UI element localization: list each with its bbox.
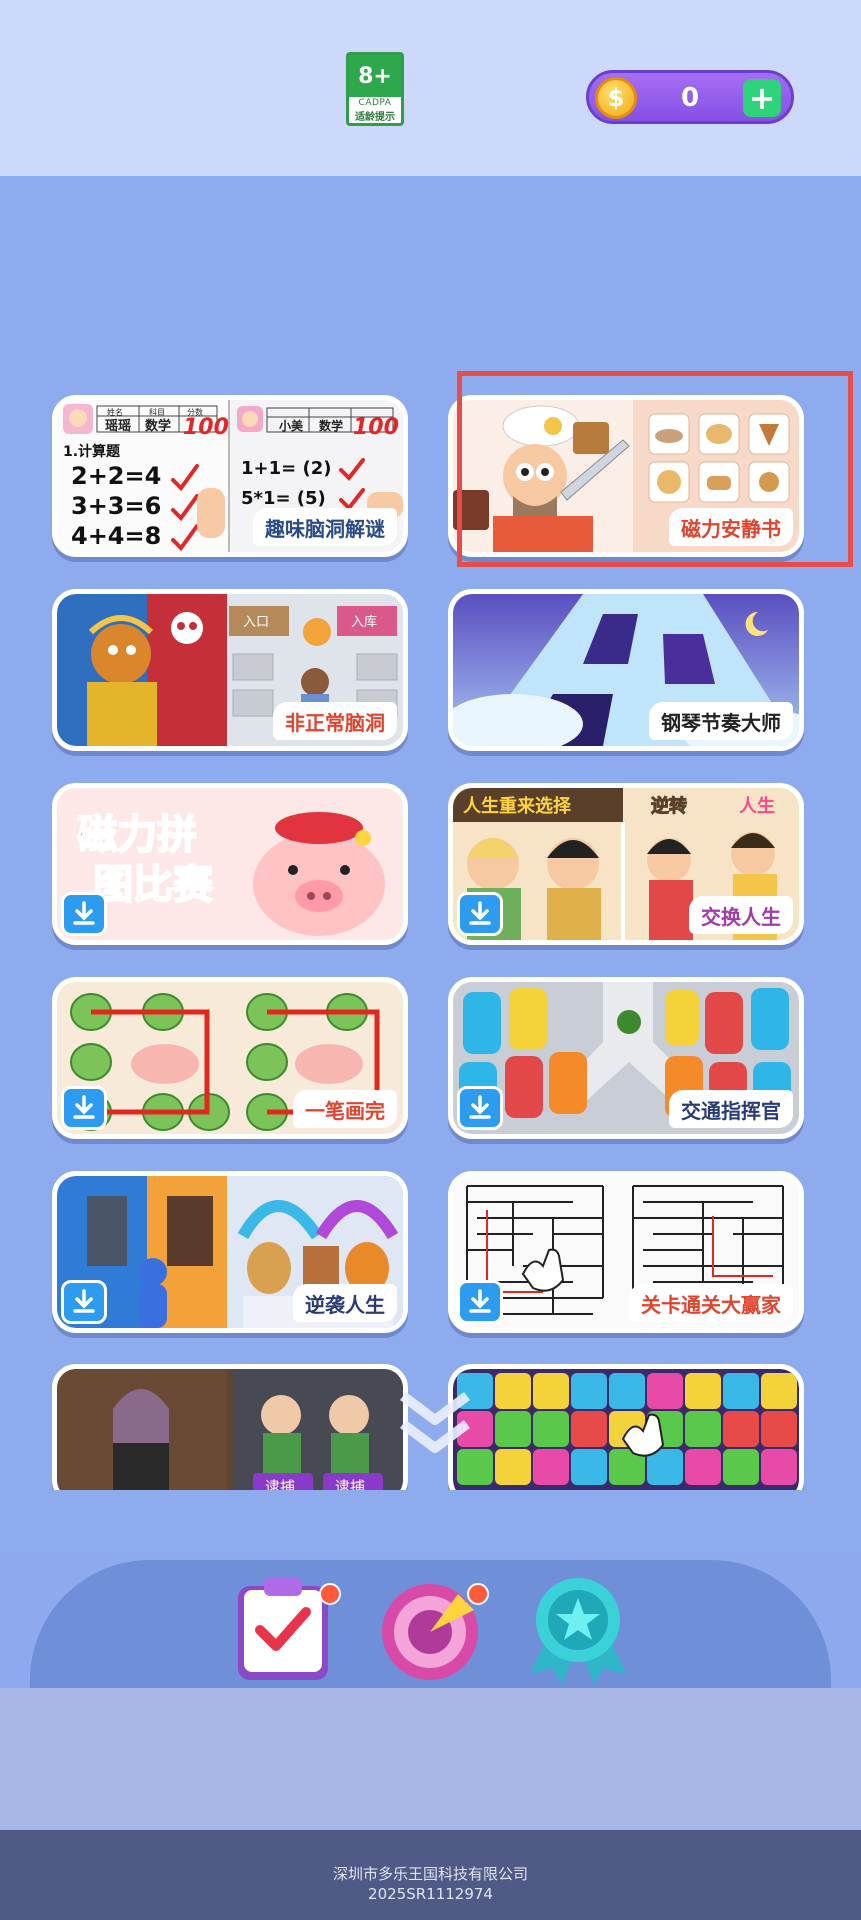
subject-2: 数学 [319, 418, 343, 433]
award-star-icon [530, 1578, 626, 1684]
equation: 4+4=8 [71, 522, 161, 550]
download-icon [469, 1095, 491, 1119]
equation: 3+3=6 [71, 492, 161, 520]
col-name: 姓名 [107, 407, 123, 417]
gate-right: 入库 [351, 614, 377, 630]
download-icon [469, 901, 491, 925]
equation: 1+1= (2) [241, 458, 331, 479]
clipboard-check-icon [238, 1578, 341, 1680]
game-title: 趣味脑洞解谜 [253, 508, 397, 546]
art-caption-left: 人生重来选择 [463, 795, 572, 817]
game-card-partial-left[interactable]: 逮捕 逮捕 [52, 1364, 408, 1490]
game-title: 关卡通关大赢家 [629, 1284, 793, 1322]
student-name-2: 小美 [279, 418, 304, 433]
tag-arrest-2: 逮捕 [335, 1478, 365, 1490]
game-card-comeback-life[interactable]: 逆袭人生 [52, 1171, 408, 1333]
tasks-button[interactable] [228, 1574, 344, 1684]
art-caption-right-a: 逆转 [651, 795, 687, 817]
game-card-brain-puzzle[interactable]: 姓名 科目 分数 瑶瑶 数学 100 小美 数学 100 1.计算题 2+2=4… [52, 395, 408, 557]
download-button[interactable] [61, 1280, 107, 1324]
game-card-abnormal-brain[interactable]: 入口 入库 非正常脑洞 [52, 589, 408, 751]
score-2: 100 [353, 415, 399, 440]
question-heading: 1.计算题 [63, 443, 121, 460]
col-subject: 科目 [149, 407, 165, 417]
download-icon [73, 1095, 95, 1119]
scroll-down-icon[interactable] [395, 1384, 475, 1464]
game-card-traffic-commander[interactable]: 交通指挥官 [448, 977, 804, 1139]
dock-floor [0, 1688, 861, 1830]
equation: 5*1= (5) [241, 488, 326, 509]
game-card-partial-right[interactable] [448, 1364, 804, 1490]
spin-button[interactable] [374, 1574, 494, 1684]
game-title: 一笔画完 [293, 1090, 397, 1128]
download-button[interactable] [457, 1086, 503, 1130]
card-art [453, 1369, 799, 1490]
tag-arrest-1: 逮捕 [265, 1478, 295, 1490]
art-caption-right-b: 人生 [739, 795, 775, 817]
game-title: 交换人生 [689, 896, 793, 934]
spin-target-icon [382, 1583, 489, 1680]
game-card-swap-life[interactable]: 人生重来选择 逆转 人生 交换人生 [448, 783, 804, 945]
game-title: 交通指挥官 [669, 1090, 793, 1128]
game-title: 非正常脑洞 [273, 702, 397, 740]
download-icon [73, 901, 95, 925]
art-title-part1: 磁力拼 [77, 812, 197, 858]
game-title: 钢琴节奏大师 [649, 702, 793, 740]
gate-left: 入口 [243, 615, 269, 630]
score: 100 [183, 415, 229, 440]
download-button[interactable] [61, 892, 107, 936]
game-grid: 姓名 科目 分数 瑶瑶 数学 100 小美 数学 100 1.计算题 2+2=4… [0, 0, 861, 1500]
subject: 数学 [145, 418, 171, 434]
card-art: 逮捕 逮捕 [57, 1369, 403, 1490]
download-button[interactable] [457, 892, 503, 936]
game-title: 逆袭人生 [293, 1284, 397, 1322]
card-art: 磁力拼 图比赛 [57, 788, 403, 940]
game-card-magnetic-jigsaw[interactable]: 磁力拼 图比赛 [52, 783, 408, 945]
achievements-button[interactable] [522, 1574, 634, 1684]
download-icon [73, 1289, 95, 1313]
download-button[interactable] [457, 1280, 503, 1324]
footer: 深圳市多乐王国科技有限公司 2025SR1112974 [0, 1830, 861, 1920]
equation: 2+2=4 [71, 462, 161, 490]
game-card-one-stroke[interactable]: 一笔画完 [52, 977, 408, 1139]
game-card-piano-master[interactable]: 钢琴节奏大师 [448, 589, 804, 751]
game-card-level-winner[interactable]: 关卡通关大赢家 [448, 1171, 804, 1333]
registration-number: 2025SR1112974 [368, 1885, 493, 1903]
art-title-part2: 图比赛 [93, 862, 214, 908]
download-icon [469, 1289, 491, 1313]
download-button[interactable] [61, 1086, 107, 1130]
student-name: 瑶瑶 [105, 418, 131, 434]
company-name: 深圳市多乐王国科技有限公司 [332, 1865, 528, 1883]
selection-highlight [457, 371, 853, 567]
